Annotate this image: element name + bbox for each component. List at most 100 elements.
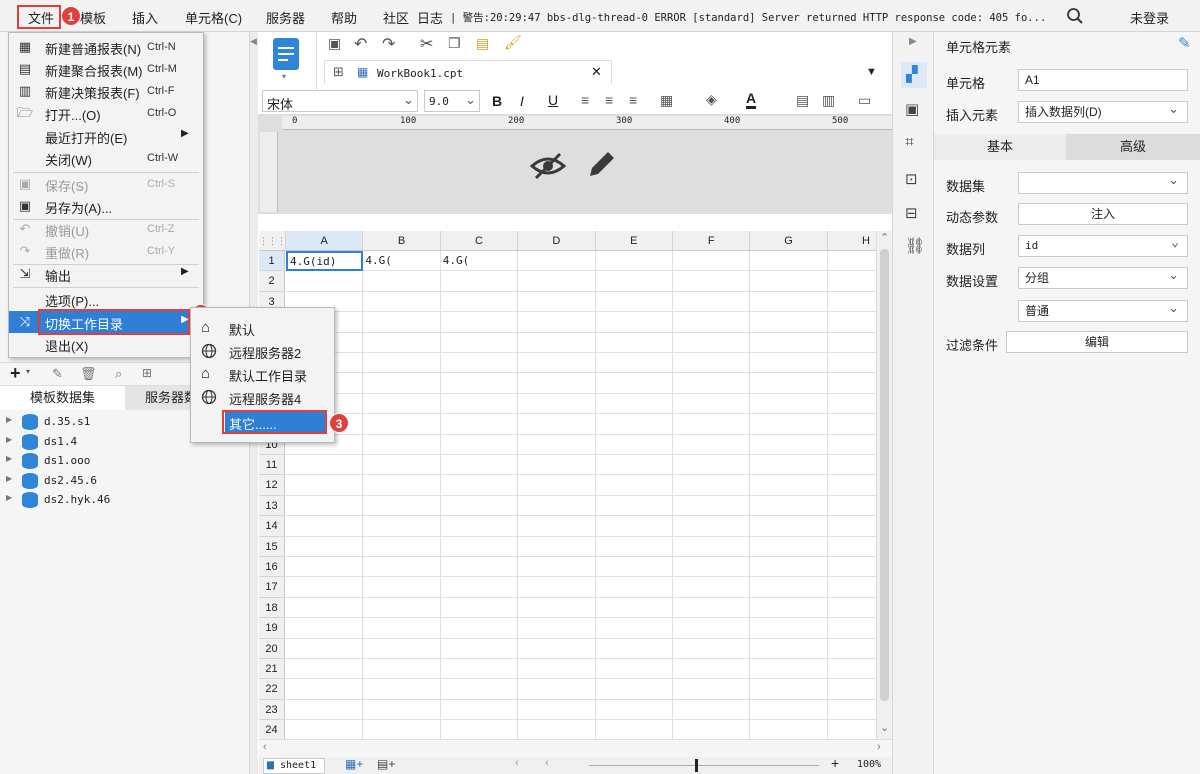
dataset-item[interactable]: ▶ ds2.45.6 <box>0 471 250 490</box>
table-cell[interactable] <box>827 598 876 619</box>
table-cell[interactable] <box>595 434 673 455</box>
table-cell[interactable] <box>673 557 751 578</box>
table-cell[interactable] <box>440 434 519 455</box>
edit-dataset-icon[interactable]: ✎ <box>52 366 63 382</box>
table-cell[interactable] <box>673 434 751 455</box>
font-name-select[interactable]: 宋体 ⌄ <box>262 90 418 112</box>
table-cell[interactable] <box>518 699 596 721</box>
cell-element-tab[interactable]: ▞ <box>901 62 927 88</box>
table-cell[interactable] <box>750 618 828 639</box>
table-cell[interactable] <box>827 618 876 639</box>
table-cell[interactable] <box>518 659 596 680</box>
menu-server[interactable]: 服务器 <box>266 8 305 27</box>
table-cell[interactable] <box>363 577 441 598</box>
bold-icon[interactable]: B <box>492 93 502 109</box>
row-header[interactable]: 22 <box>259 679 285 700</box>
table-cell[interactable] <box>595 679 673 700</box>
table-cell[interactable] <box>363 332 441 353</box>
table-cell[interactable] <box>518 312 596 333</box>
table-cell[interactable] <box>440 475 519 496</box>
submenu-item-remote-4[interactable]: 远程服务器4 <box>191 386 334 408</box>
table-cell[interactable] <box>363 353 441 374</box>
menu-community[interactable]: 社区 <box>383 8 409 27</box>
column-header[interactable]: B <box>363 231 441 251</box>
column-header[interactable]: E <box>595 231 673 251</box>
vertical-scrollbar[interactable]: ⌃ ⌄ <box>876 231 892 739</box>
insert-element-select[interactable]: 插入数据列(D) <box>1018 99 1188 123</box>
table-cell[interactable] <box>750 291 828 313</box>
tab-list-icon[interactable]: ▼ <box>866 66 877 78</box>
table-cell[interactable] <box>595 373 673 394</box>
table-cell[interactable] <box>827 557 876 578</box>
save-icon[interactable]: ▣ <box>328 35 341 52</box>
menu-item-save-as[interactable]: ▣ 另存为(A)... <box>9 195 203 217</box>
table-cell[interactable] <box>518 373 596 394</box>
table-cell[interactable] <box>750 393 828 415</box>
table-cell[interactable] <box>440 557 519 578</box>
table-cell[interactable] <box>518 251 596 272</box>
table-cell[interactable] <box>286 659 364 680</box>
table-cell[interactable] <box>827 516 876 537</box>
table-cell[interactable] <box>673 659 751 680</box>
table-cell[interactable] <box>750 434 828 455</box>
table-cell[interactable] <box>440 638 519 659</box>
table-cell[interactable] <box>518 271 596 292</box>
table-cell[interactable] <box>518 618 596 639</box>
hide-eye-icon[interactable] <box>530 150 566 182</box>
unmerge-cells-icon[interactable]: ▥ <box>822 92 835 109</box>
table-cell[interactable] <box>750 332 828 353</box>
row-header[interactable]: 19 <box>259 618 285 639</box>
underline-icon[interactable]: U <box>548 92 558 108</box>
table-cell[interactable] <box>596 720 673 739</box>
scroll-left-icon[interactable]: ‹ <box>263 741 267 753</box>
menu-item-new-decision-report[interactable]: ▥ 新建决策报表(F) Ctrl-F <box>9 80 203 102</box>
cell-position-field[interactable]: A1 <box>1018 69 1188 91</box>
table-cell[interactable] <box>363 495 441 517</box>
dataset-item[interactable]: ▶ ds1.ooo <box>0 451 250 470</box>
row-header[interactable]: 17 <box>259 577 285 598</box>
table-cell[interactable] <box>363 659 441 680</box>
table-cell[interactable] <box>518 332 596 353</box>
table-cell[interactable] <box>595 618 673 639</box>
table-cell[interactable] <box>440 536 519 557</box>
data-setting-select[interactable]: 分组 <box>1018 265 1188 289</box>
font-size-select[interactable]: 9.0 ⌄ <box>424 90 480 112</box>
column-header[interactable]: C <box>440 231 519 251</box>
column-header[interactable]: F <box>673 231 751 251</box>
row-header[interactable]: 12 <box>259 475 285 496</box>
table-cell[interactable] <box>286 699 364 721</box>
row-header[interactable]: 14 <box>259 516 285 537</box>
table-cell[interactable] <box>518 720 596 739</box>
table-cell[interactable] <box>363 557 441 578</box>
table-cell[interactable] <box>363 536 441 557</box>
table-cell[interactable] <box>363 638 441 659</box>
table-cell[interactable] <box>750 271 828 292</box>
font-color-icon[interactable]: A <box>746 90 757 109</box>
table-cell[interactable] <box>673 475 751 496</box>
row-header[interactable]: 15 <box>259 536 285 557</box>
menu-item-new-report[interactable]: ▦ 新建普通报表(N) Ctrl-N <box>9 36 203 58</box>
table-cell[interactable] <box>673 597 751 619</box>
table-cell[interactable] <box>595 577 673 598</box>
table-cell[interactable] <box>673 516 751 537</box>
table-cell[interactable] <box>518 455 596 476</box>
table-cell[interactable] <box>827 496 876 517</box>
table-cell[interactable] <box>827 251 876 272</box>
table-cell[interactable] <box>440 516 519 537</box>
table-cell[interactable] <box>750 353 828 374</box>
table-cell[interactable] <box>750 597 828 619</box>
table-cell[interactable] <box>286 577 364 598</box>
table-cell[interactable] <box>595 516 673 537</box>
table-cell[interactable]: 4.G( <box>440 251 519 272</box>
table-cell[interactable] <box>363 271 441 292</box>
table-cell[interactable] <box>750 516 828 537</box>
table-cell[interactable] <box>441 720 519 739</box>
table-cell[interactable] <box>518 414 596 435</box>
undo-icon[interactable]: ↶ <box>354 34 367 54</box>
table-cell[interactable] <box>363 434 441 455</box>
expand-arrow-icon[interactable]: ▶ <box>6 454 12 463</box>
delete-dataset-icon[interactable]: 🗑 <box>80 366 97 382</box>
add-poly-sheet-icon[interactable]: ▤+ <box>377 757 395 771</box>
more-tools-icon[interactable]: ▭ <box>858 92 871 109</box>
table-cell[interactable] <box>286 679 364 700</box>
